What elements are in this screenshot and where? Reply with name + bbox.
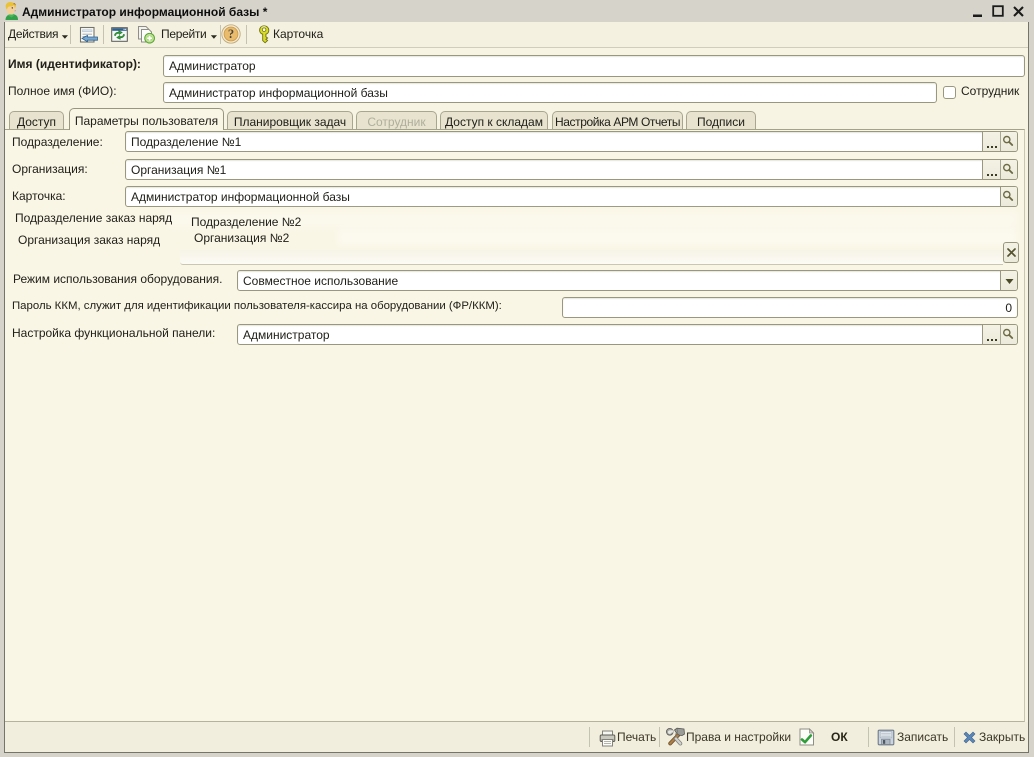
svg-text:?: ?	[228, 27, 234, 41]
